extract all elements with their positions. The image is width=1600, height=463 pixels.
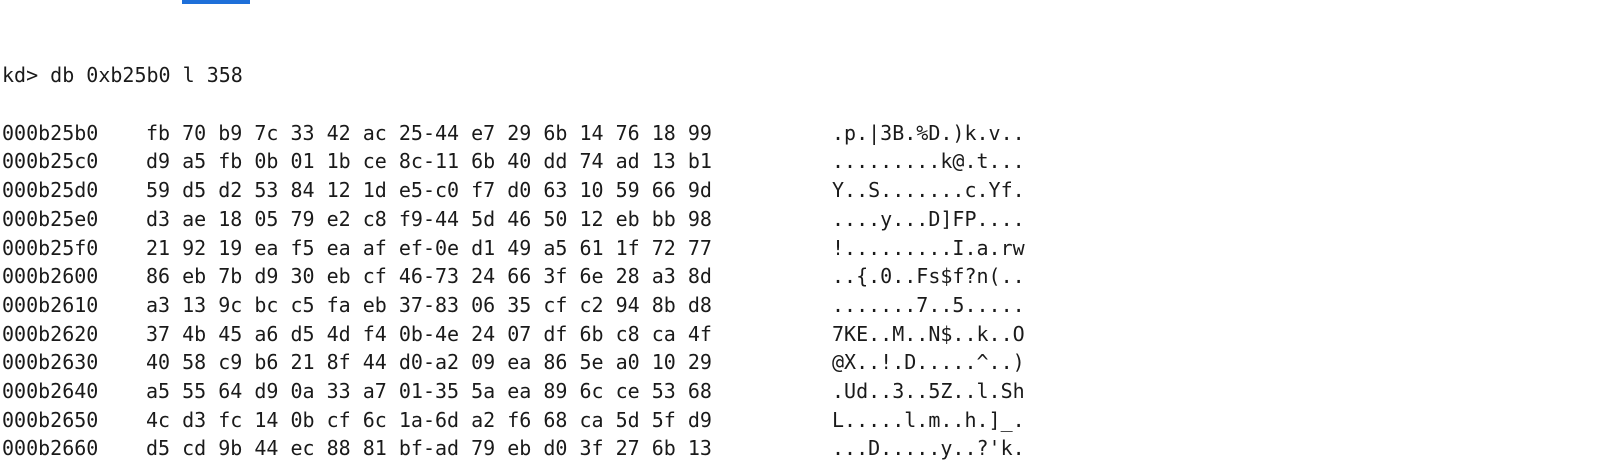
memory-address: 000b2640 [2, 378, 99, 403]
ascii-dump: .......7..5..... [832, 292, 1025, 317]
command-line: kd> db 0xb25b0 l 358 [2, 63, 243, 88]
ascii-dump: ..{.0..Fs$f?n(.. [832, 264, 1025, 289]
memory-dump-row: 000b2650 4c d3 fc 14 0b cf 6c 1a-6d a2 f6… [2, 406, 1025, 435]
memory-address: 000b25e0 [2, 206, 99, 231]
hex-bytes: 86 eb 7b d9 30 eb cf 46-73 24 66 3f 6e 2… [146, 264, 712, 289]
hex-bytes: d5 cd 9b 44 ec 88 81 bf-ad 79 eb d0 3f 2… [146, 436, 712, 461]
hex-bytes: 59 d5 d2 53 84 12 1d e5-c0 f7 d0 63 10 5… [146, 178, 712, 203]
hex-bytes: a3 13 9c bc c5 fa eb 37-83 06 35 cf c2 9… [146, 292, 712, 317]
memory-dump-row: 000b25c0 d9 a5 fb 0b 01 1b ce 8c-11 6b 40… [2, 147, 1025, 176]
ascii-dump: ....y...D]FP.... [832, 206, 1025, 231]
ascii-dump: .p.|3B.%D.)k.v.. [832, 120, 1025, 145]
ascii-dump: @X..!.D.....^..) [832, 350, 1025, 375]
memory-address: 000b25c0 [2, 149, 99, 174]
hex-bytes: a5 55 64 d9 0a 33 a7 01-35 5a ea 89 6c c… [146, 378, 712, 403]
ascii-dump: .........k@.t... [832, 149, 1025, 174]
memory-address: 000b2610 [2, 292, 99, 317]
hex-bytes: 40 58 c9 b6 21 8f 44 d0-a2 09 ea 86 5e a… [146, 350, 712, 375]
memory-address: 000b25b0 [2, 120, 99, 145]
memory-dump-row: 000b25b0 fb 70 b9 7c 33 42 ac 25-44 e7 29… [2, 119, 1025, 148]
memory-dump-row: 000b2640 a5 55 64 d9 0a 33 a7 01-35 5a ea… [2, 377, 1025, 406]
ascii-dump: ...D.....y..?'k. [832, 436, 1025, 461]
ascii-dump: .Ud..3..5Z..l.Sh [832, 378, 1025, 403]
memory-address: 000b25f0 [2, 235, 99, 260]
memory-dump-row: 000b25f0 21 92 19 ea f5 ea af ef-0e d1 49… [2, 234, 1025, 263]
debugger-console-output[interactable]: kd> db 0xb25b0 l 358 000b25b0 fb 70 b9 7c… [2, 4, 1025, 463]
hex-bytes: 4c d3 fc 14 0b cf 6c 1a-6d a2 f6 68 ca 5… [146, 407, 712, 432]
memory-address: 000b2660 [2, 436, 99, 461]
ascii-dump: !.........I.a.rw [832, 235, 1025, 260]
hex-bytes: 21 92 19 ea f5 ea af ef-0e d1 49 a5 61 1… [146, 235, 712, 260]
ascii-dump: 7KE..M..N$..k..O [832, 321, 1025, 346]
memory-address: 000b25d0 [2, 178, 99, 203]
hex-bytes: 37 4b 45 a6 d5 4d f4 0b-4e 24 07 df 6b c… [146, 321, 712, 346]
memory-dump-row: 000b25d0 59 d5 d2 53 84 12 1d e5-c0 f7 d0… [2, 176, 1025, 205]
hex-bytes: d9 a5 fb 0b 01 1b ce 8c-11 6b 40 dd 74 a… [146, 149, 712, 174]
memory-address: 000b2630 [2, 350, 99, 375]
ascii-dump: L.....l.m..h.]_. [832, 407, 1025, 432]
memory-dump-row: 000b2610 a3 13 9c bc c5 fa eb 37-83 06 35… [2, 291, 1025, 320]
memory-dump-row: 000b25e0 d3 ae 18 05 79 e2 c8 f9-44 5d 46… [2, 205, 1025, 234]
memory-dump-row: 000b2660 d5 cd 9b 44 ec 88 81 bf-ad 79 eb… [2, 434, 1025, 463]
hex-bytes: d3 ae 18 05 79 e2 c8 f9-44 5d 46 50 12 e… [146, 206, 712, 231]
memory-address: 000b2620 [2, 321, 99, 346]
memory-address: 000b2600 [2, 264, 99, 289]
memory-dump-row: 000b2600 86 eb 7b d9 30 eb cf 46-73 24 66… [2, 262, 1025, 291]
hex-bytes: fb 70 b9 7c 33 42 ac 25-44 e7 29 6b 14 7… [146, 120, 712, 145]
ascii-dump: Y..S.......c.Yf. [832, 178, 1025, 203]
memory-dump-row: 000b2630 40 58 c9 b6 21 8f 44 d0-a2 09 ea… [2, 348, 1025, 377]
memory-address: 000b2650 [2, 407, 99, 432]
memory-dump-row: 000b2620 37 4b 45 a6 d5 4d f4 0b-4e 24 07… [2, 320, 1025, 349]
